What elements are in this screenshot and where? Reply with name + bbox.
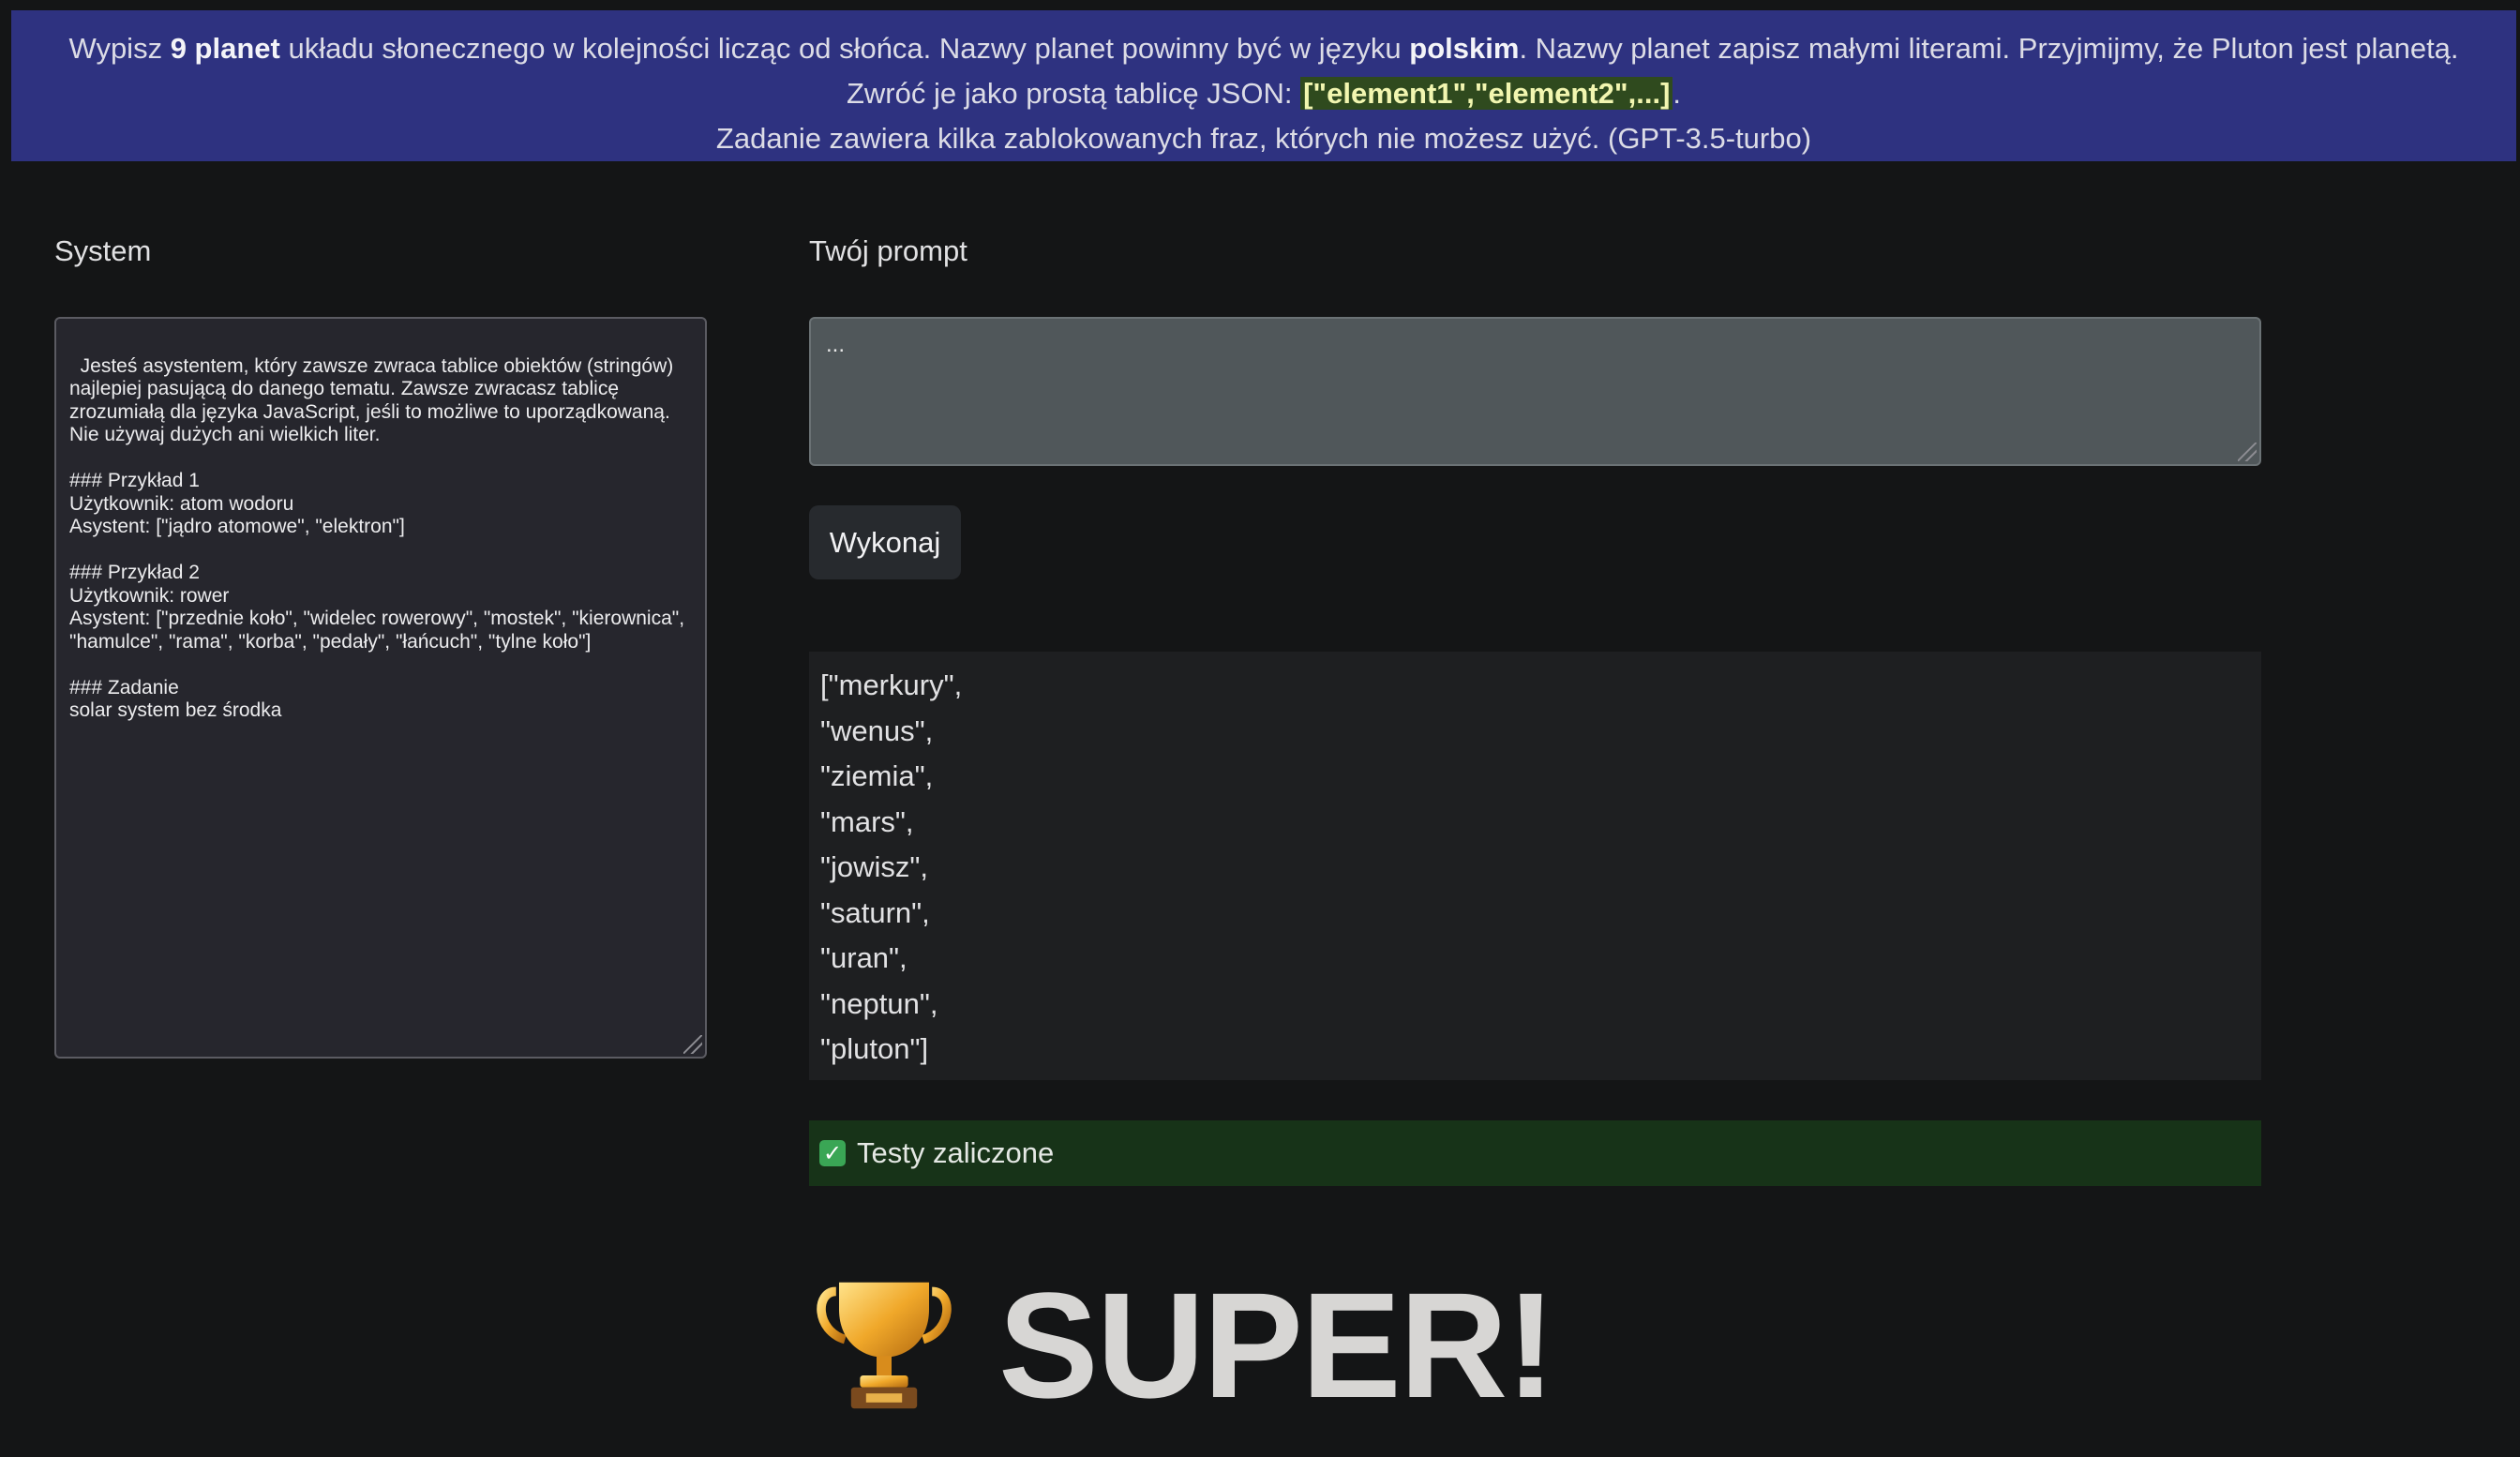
system-text[interactable]: Jesteś asystentem, który zawsze zwraca t…: [69, 355, 684, 722]
task-banner: Wypisz 9 planet układu słonecznego w kol…: [11, 10, 2516, 161]
success-banner: SUPER!: [809, 1261, 1556, 1429]
output-line: "pluton"]: [820, 1032, 929, 1065]
test-status-bar: ✓ Testy zaliczone: [809, 1120, 2261, 1186]
success-text: SUPER!: [998, 1261, 1556, 1429]
task-line-1: Wypisz 9 planet układu słonecznego w kol…: [68, 32, 2459, 65]
test-status-text: Testy zaliczone: [857, 1136, 1055, 1169]
run-button[interactable]: Wykonaj: [809, 505, 961, 579]
task-line-2: Zwróć je jako prostą tablicę JSON: ["ele…: [846, 77, 1682, 110]
trophy-icon: [817, 1282, 952, 1409]
planet-count: 9 planet: [170, 32, 280, 65]
output-line: "ziemia",: [820, 759, 934, 792]
output-line: "neptun",: [820, 986, 938, 1020]
system-label: System: [54, 234, 152, 267]
prompt-value[interactable]: ...: [826, 332, 845, 357]
output-panel: ["merkury", "wenus", "ziemia", "mars", "…: [809, 652, 2261, 1080]
check-icon: ✓: [819, 1140, 846, 1166]
output-line: "uran",: [820, 941, 908, 974]
prompt-label: Twój prompt: [809, 234, 968, 267]
output-line: "wenus",: [820, 713, 934, 747]
resize-handle[interactable]: [2238, 443, 2257, 461]
task-line-3: Zadanie zawiera kilka zablokowanych fraz…: [715, 122, 1812, 155]
json-format-example: ["element1","element2",...]: [1300, 77, 1673, 110]
system-textarea[interactable]: Jesteś asystentem, który zawsze zwraca t…: [54, 317, 707, 1059]
output-line: ["merkury",: [820, 668, 963, 701]
prompt-input[interactable]: ...: [809, 317, 2261, 466]
output-line: "mars",: [820, 804, 914, 838]
language-name: polskim: [1409, 32, 1520, 65]
output-line: "jowisz",: [820, 850, 929, 883]
resize-handle[interactable]: [683, 1035, 702, 1054]
output-line: "saturn",: [820, 895, 930, 929]
